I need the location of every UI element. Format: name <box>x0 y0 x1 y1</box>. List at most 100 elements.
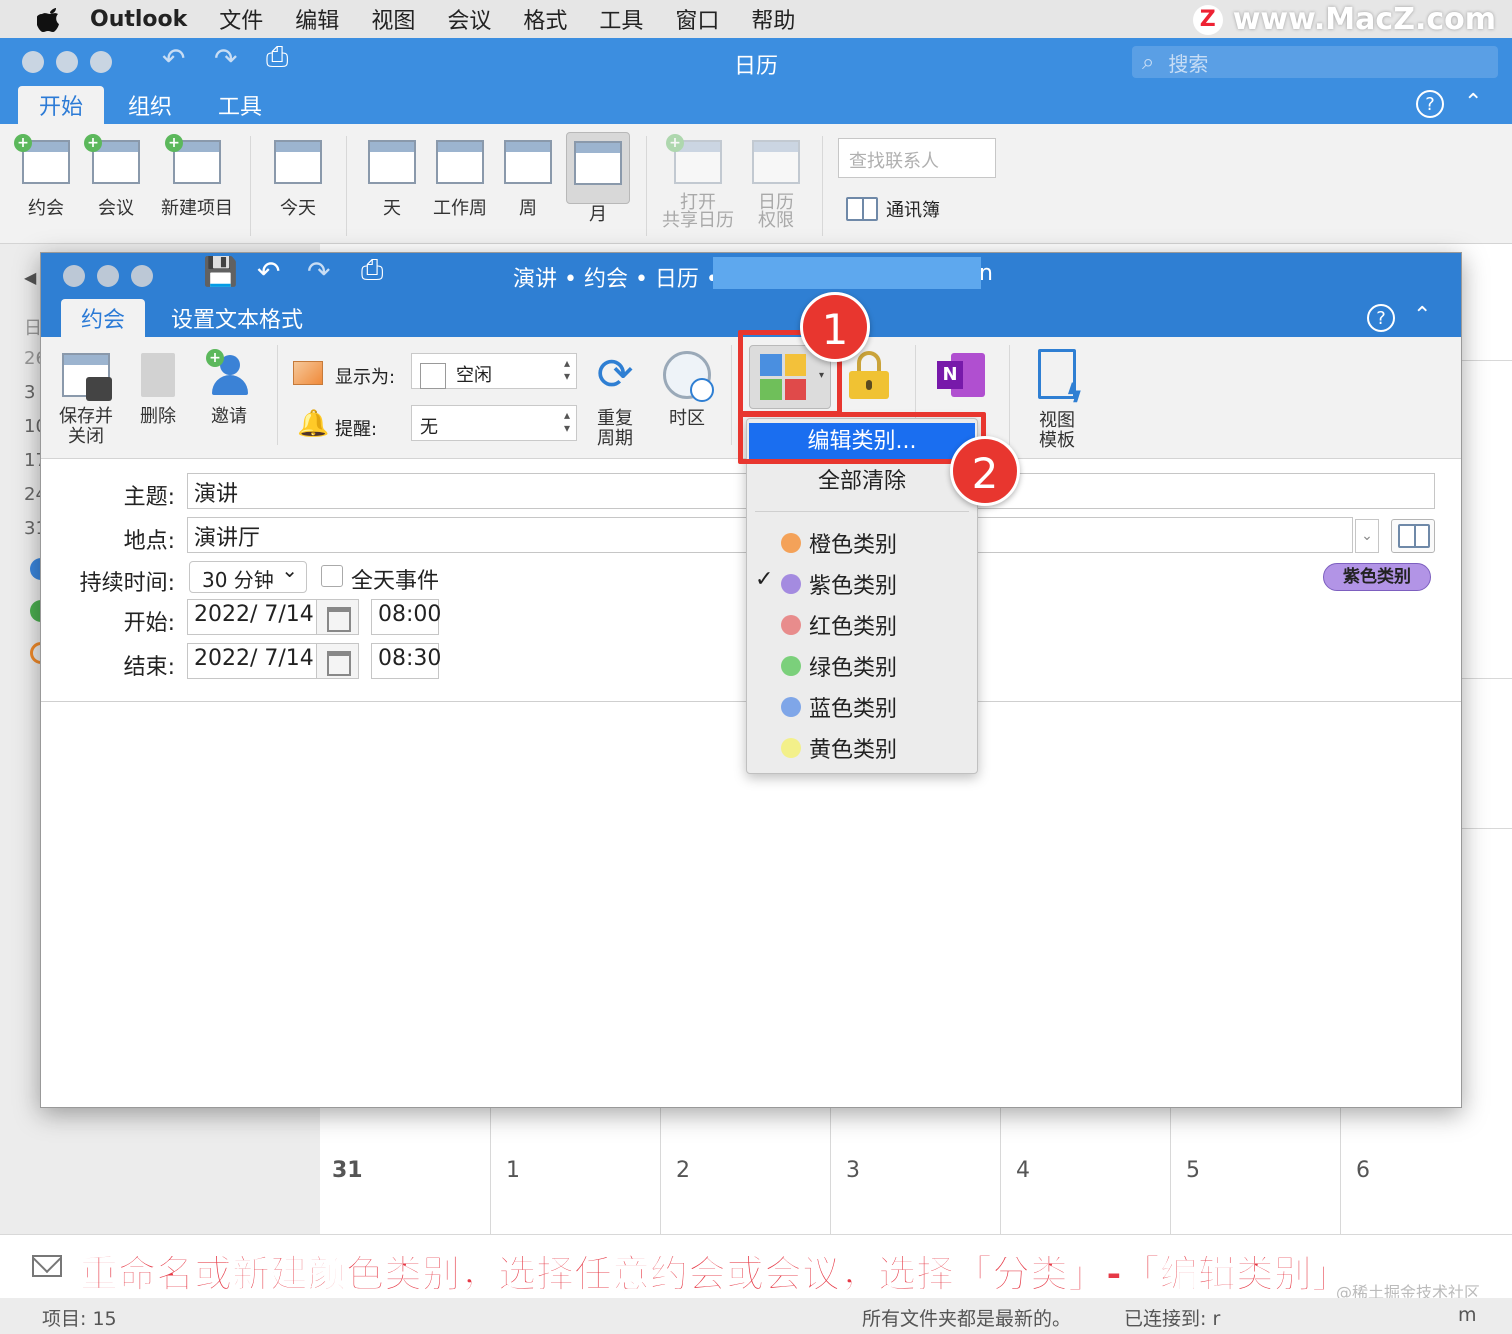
clear-all-item[interactable]: 全部清除 <box>747 463 977 495</box>
month-view-icon <box>572 141 624 189</box>
zoom-window-button[interactable] <box>131 265 153 287</box>
category-item-purple[interactable]: 紫色类别 <box>781 568 897 600</box>
week-view-button[interactable]: 周 <box>500 140 556 220</box>
work-week-view-icon <box>434 140 486 188</box>
delete-button[interactable]: 删除 <box>133 353 183 427</box>
tab-appointment[interactable]: 约会 <box>61 299 145 337</box>
appointment-window-title: 演讲 • 约会 • 日历 • <box>513 267 719 292</box>
free-swatch <box>420 363 446 389</box>
start-time-input[interactable]: 08:00 <box>371 599 441 635</box>
redo-icon[interactable]: ↷ <box>307 255 330 288</box>
show-as-select[interactable]: 空闲 <box>411 353 577 389</box>
show-as-icon <box>293 361 323 385</box>
menu-window[interactable]: 窗口 <box>675 3 719 35</box>
reminder-select[interactable]: 无 <box>411 405 577 441</box>
save-and-close-button[interactable]: 保存并 关闭 <box>53 353 119 447</box>
appointment-window-controls <box>63 265 153 287</box>
new-meeting-button[interactable]: + 会议 <box>84 134 144 220</box>
help-icon[interactable]: ? <box>1367 304 1395 332</box>
start-label: 开始: <box>123 611 175 636</box>
time-zone-button[interactable]: 时区 <box>659 351 715 429</box>
day-view-button[interactable]: 天 <box>364 140 420 220</box>
tab-organize[interactable]: 组织 <box>112 86 188 124</box>
calendar-picker-icon[interactable] <box>316 644 358 678</box>
category-item-blue[interactable]: 蓝色类别 <box>781 691 897 723</box>
grid-day-number[interactable]: 2 <box>676 1158 690 1183</box>
menu-meeting[interactable]: 会议 <box>447 3 491 35</box>
category-menu: 编辑类别... 全部清除 ✓ 橙色类别 紫色类别 红色类别 绿色类别 蓝色类别 … <box>746 418 978 774</box>
end-date-input[interactable]: 2022/ 7/14 <box>187 643 359 679</box>
category-item-green[interactable]: 绿色类别 <box>781 650 897 682</box>
print-icon[interactable]: ⎙ <box>361 253 383 287</box>
month-view-label: 月 <box>589 204 607 225</box>
minimize-window-button[interactable] <box>97 265 119 287</box>
calendar-picker-icon[interactable] <box>316 600 358 634</box>
menu-format[interactable]: 格式 <box>523 3 567 35</box>
start-date-input[interactable]: 2022/ 7/14 <box>187 599 359 635</box>
address-book-button[interactable]: 通讯簿 <box>846 196 940 222</box>
help-icon[interactable]: ? <box>1416 90 1444 118</box>
show-as-label: 显示为: <box>335 367 396 388</box>
category-item-yellow[interactable]: 黄色类别 <box>781 732 897 764</box>
grid-day-number[interactable]: 31 <box>332 1158 363 1183</box>
calendar-permissions-button[interactable]: 日历 权限 <box>746 140 806 230</box>
status-up-to-date: 所有文件夹都是最新的。 <box>862 1308 1072 1330</box>
grid-day-number[interactable]: 5 <box>1186 1158 1200 1183</box>
menu-tools[interactable]: 工具 <box>599 3 643 35</box>
end-label: 结束: <box>123 655 175 680</box>
mail-icon[interactable] <box>32 1255 62 1277</box>
save-close-icon <box>60 353 112 401</box>
mini-cal-prev-icon[interactable]: ◀ <box>24 268 36 287</box>
month-view-button[interactable] <box>566 132 630 204</box>
undo-icon[interactable]: ↶ <box>257 255 280 288</box>
new-item-button[interactable]: + 新建项目 <box>158 134 236 220</box>
new-item-icon: + <box>165 134 223 188</box>
today-button[interactable]: 今天 <box>270 140 326 220</box>
tab-home[interactable]: 开始 <box>18 86 104 124</box>
color-dot-icon <box>781 574 801 594</box>
tab-format-text[interactable]: 设置文本格式 <box>161 299 313 337</box>
menu-app-outlook[interactable]: Outlook <box>90 7 187 32</box>
recurrence-button[interactable]: ⟳ 重复 周期 <box>589 351 641 449</box>
menu-view[interactable]: 视图 <box>371 3 415 35</box>
status-trail: m <box>1458 1304 1477 1326</box>
tab-tools[interactable]: 工具 <box>202 86 278 124</box>
callout-step-1: 1 <box>800 292 870 362</box>
search-input[interactable]: ⌕ 搜索 <box>1132 46 1498 78</box>
apple-icon[interactable] <box>32 1 68 37</box>
day-view-icon <box>366 140 418 188</box>
status-connected: 已连接到: r <box>1124 1308 1221 1330</box>
close-window-button[interactable] <box>63 265 85 287</box>
main-ribbon-tabs: 开始 组织 工具 ? ⌃ <box>0 86 1512 124</box>
private-lock-icon[interactable] <box>849 351 889 399</box>
menu-help[interactable]: 帮助 <box>751 3 795 35</box>
save-icon[interactable]: 💾 <box>203 255 238 288</box>
view-templates-button[interactable]: ϟ 视图 模板 <box>1027 349 1087 451</box>
all-day-checkbox[interactable] <box>321 565 343 587</box>
menu-edit[interactable]: 编辑 <box>295 3 339 35</box>
category-item-red[interactable]: 红色类别 <box>781 609 897 641</box>
work-week-view-button[interactable]: 工作周 <box>428 140 492 220</box>
onenote-icon[interactable]: N <box>937 353 985 397</box>
grid-day-number[interactable]: 4 <box>1016 1158 1030 1183</box>
collapse-ribbon-icon[interactable]: ⌃ <box>1464 90 1482 115</box>
open-shared-calendar-button[interactable]: + 打开 共享日历 <box>658 134 738 230</box>
instruction-text: 重命名或新建颜色类别，选择任意约会或会议，选择「分类」-「编辑类别」 <box>80 1252 1351 1297</box>
find-contact-input[interactable]: 查找联系人 <box>838 138 996 178</box>
new-appointment-button[interactable]: + 约会 <box>14 134 74 220</box>
watermark-text: www.MacZ.com <box>1232 2 1496 37</box>
grid-day-number[interactable]: 3 <box>846 1158 860 1183</box>
end-time-input[interactable]: 08:30 <box>371 643 441 679</box>
location-address-book-button[interactable] <box>1391 519 1435 553</box>
invite-button[interactable]: + 邀请 <box>201 349 257 427</box>
status-item-count: 项目: 15 <box>42 1308 117 1330</box>
category-item-orange[interactable]: 橙色类别 <box>781 527 897 559</box>
collapse-ribbon-icon[interactable]: ⌃ <box>1413 303 1431 328</box>
location-dropdown-icon[interactable]: ⌄ <box>1355 519 1379 553</box>
grid-day-number[interactable]: 1 <box>506 1158 520 1183</box>
duration-select[interactable]: 30 分钟 <box>189 558 307 593</box>
category-badge[interactable]: 紫色类别 <box>1323 563 1431 591</box>
instruction-banner: 重命名或新建颜色类别，选择任意约会或会议，选择「分类」-「编辑类别」 @稀土掘金… <box>0 1234 1512 1302</box>
menu-file[interactable]: 文件 <box>219 3 263 35</box>
grid-day-number[interactable]: 6 <box>1356 1158 1370 1183</box>
